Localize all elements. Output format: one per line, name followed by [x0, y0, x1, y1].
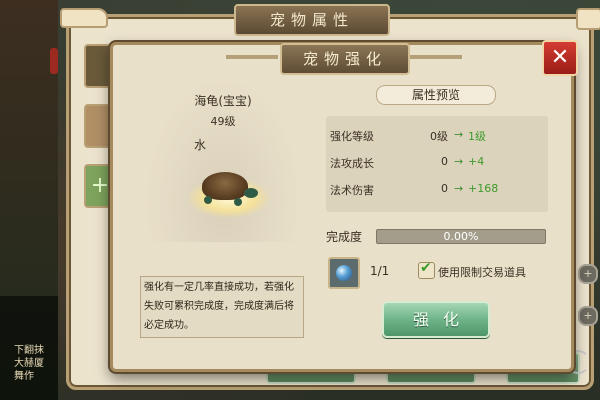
turtle-leg	[204, 196, 212, 204]
attribute-label: 法术伤害	[330, 184, 374, 197]
enhance-button[interactable]: 强化	[382, 301, 490, 338]
item-slot[interactable]	[328, 257, 360, 289]
enhance-button-label: 强化	[412, 310, 473, 329]
close-icon: ✕	[550, 45, 570, 70]
completion-value: 0.00%	[443, 230, 479, 243]
attribute-row: 强化等级 0级 → 1级	[330, 128, 550, 146]
status-line-2: 大赫厦	[14, 358, 44, 369]
panel-corner-ornament	[60, 8, 108, 28]
checkmark-icon: ✔	[420, 260, 432, 276]
turtle-leg	[234, 198, 242, 206]
attribute-current: 0级	[430, 130, 448, 143]
status-line-3: 舞作	[14, 371, 34, 382]
attribute-row: 法攻成长 0 → +4	[330, 155, 550, 173]
attribute-current: 0	[441, 182, 448, 195]
attribute-next: +4	[468, 155, 485, 168]
panel-corner-cap	[576, 8, 600, 30]
pet-enhance-title: 宠物强化	[302, 50, 387, 68]
attribute-next: 1级	[468, 130, 486, 143]
pet-element: 水	[194, 138, 207, 152]
pet-enhance-title-bar: 宠物强化	[280, 43, 410, 75]
attribute-label: 强化等级	[330, 130, 374, 143]
attribute-current: 0	[441, 155, 448, 168]
pet-attributes-title-bar: 宠物属性	[234, 4, 390, 36]
ribbon-ornament	[50, 48, 58, 74]
completion-label: 完成度	[326, 230, 363, 244]
enhance-info-text: 强化有一定几率直接成功，若强化失败可累积完成度，完成度满后将必定成功。	[144, 282, 294, 331]
left-status-area: 下翻抹 大赫厦 舞作	[0, 296, 58, 400]
use-restricted-items-label[interactable]: 使用限制交易道具	[438, 264, 526, 280]
title-wing-left	[226, 55, 278, 59]
status-line-1: 下翻抹	[14, 345, 44, 356]
attribute-row: 法术伤害 0 → +168	[330, 182, 550, 200]
pet-name: 海龟(宝宝)	[194, 94, 252, 108]
arrow-right-icon: →	[454, 128, 464, 141]
attribute-label: 法攻成长	[330, 157, 374, 170]
close-button[interactable]: ✕	[542, 40, 578, 76]
title-wing-right	[410, 55, 462, 59]
completion-progress-bar: 0.00%	[376, 229, 546, 244]
side-expand-icon[interactable]: +	[578, 264, 598, 284]
side-expand-icon[interactable]: +	[578, 306, 598, 326]
pet-level: 49级	[210, 115, 236, 128]
blue-orb-icon	[336, 265, 352, 281]
arrow-right-icon: →	[454, 155, 464, 168]
item-count: 1/1	[370, 264, 390, 278]
use-restricted-items-checkbox[interactable]: ✔	[418, 260, 435, 279]
turtle-head	[244, 188, 258, 198]
arrow-right-icon: →	[454, 182, 464, 195]
pet-attributes-title: 宠物属性	[269, 11, 354, 29]
attribute-next: +168	[468, 182, 499, 195]
attribute-preview-header: 属性预览	[376, 85, 496, 105]
